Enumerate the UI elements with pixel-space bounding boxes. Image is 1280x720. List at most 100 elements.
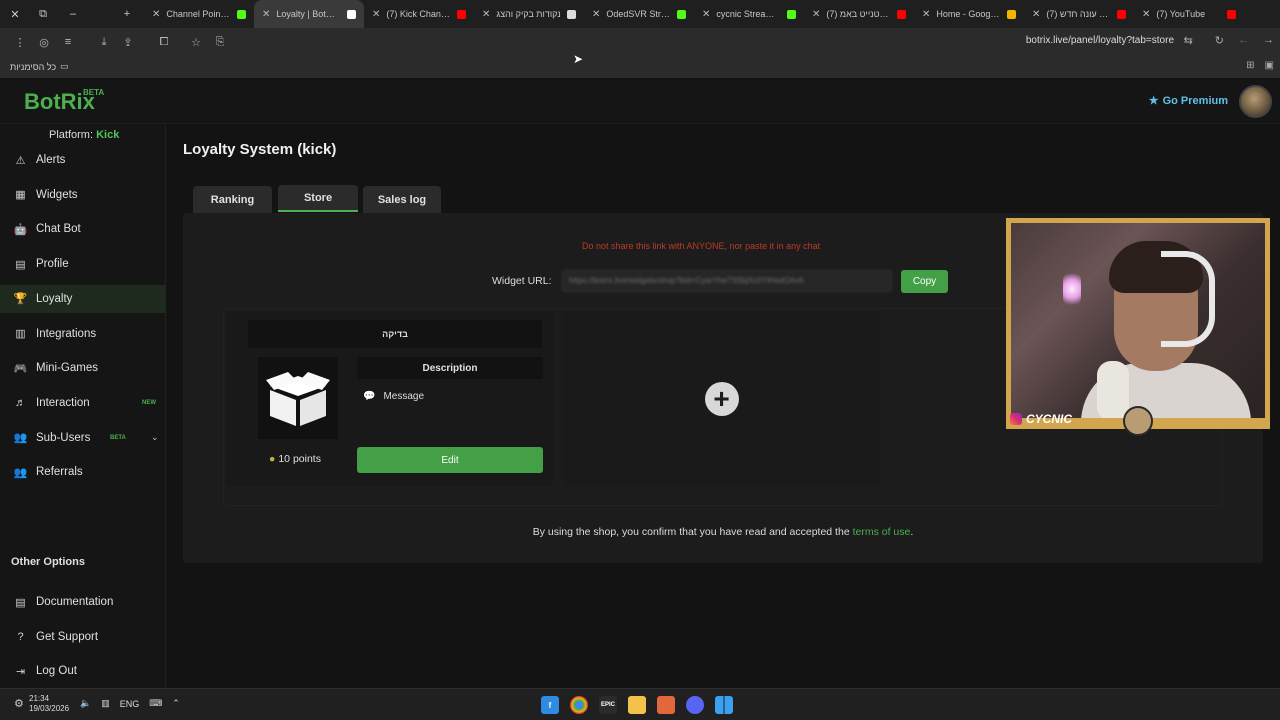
close-tab-icon[interactable]: ✕	[1032, 9, 1040, 20]
file-explorer-icon[interactable]	[628, 696, 646, 714]
back-icon[interactable]: →	[1263, 34, 1274, 47]
forward-icon[interactable]: ←	[1238, 34, 1249, 47]
sidebar-item-log-out[interactable]: ⇥ Log Out	[0, 657, 166, 685]
extensions-icon[interactable]: ◎	[32, 36, 56, 49]
close-tab-icon[interactable]: ✕	[482, 9, 490, 20]
close-tab-icon[interactable]: ✕	[262, 9, 270, 20]
message-label: Message	[383, 391, 425, 402]
sidebar-item-label: Referrals	[36, 466, 83, 479]
download-icon[interactable]: ⤓	[92, 36, 116, 49]
reading-list-icon[interactable]: ≡	[56, 36, 80, 48]
browser-tab[interactable]: ✕ (7) לייב עונה חדש	[1024, 0, 1134, 28]
edit-button[interactable]: Edit	[357, 447, 543, 473]
office-icon[interactable]	[657, 696, 675, 714]
address-bar[interactable]: botrix.live/panel/loyalty?tab=store	[1026, 35, 1174, 46]
trophy-icon: 🏆	[13, 293, 28, 306]
volume-icon[interactable]: 🔈	[80, 698, 91, 709]
folder-icon: ▭	[60, 61, 69, 71]
minimize-icon[interactable]: –	[66, 8, 80, 20]
add-item-card[interactable]: +	[563, 311, 880, 486]
sidebar-item-loyalty[interactable]: 🏆 Loyalty	[0, 284, 166, 313]
browser-tab[interactable]: ✕ (7) YouTube	[1134, 0, 1244, 28]
new-tab-icon[interactable]: +	[120, 8, 134, 20]
description-heading: Description	[357, 357, 543, 379]
side-panel-icon[interactable]: ▣	[1265, 60, 1274, 71]
discord-icon[interactable]	[686, 696, 704, 714]
store-item-card: בדיקה Description 💬 Message ● 10 points …	[226, 311, 553, 486]
sidebar-item-chat-bot[interactable]: 🤖 Chat Bot	[0, 215, 166, 243]
install-icon[interactable]: ⇪	[116, 36, 140, 49]
close-tab-icon[interactable]: ✕	[152, 9, 160, 20]
epic-games-icon[interactable]: EPIC	[599, 696, 617, 714]
terms-notice: By using the shop, you confirm that you …	[183, 526, 1263, 538]
sidebar-item-sub-users[interactable]: 👥 Sub-Users BETA ⌄	[0, 424, 166, 452]
avatar[interactable]	[1239, 85, 1272, 118]
pug-logo	[1123, 406, 1153, 436]
item-points: ● 10 points	[269, 453, 321, 465]
go-premium-button[interactable]: ★ Go Premium	[1149, 94, 1228, 108]
sidebar-item-referrals[interactable]: 👥 Referrals	[0, 458, 166, 486]
beta-badge: BETA	[83, 88, 105, 97]
widget-url-field[interactable]: https://botrix.live/widgets/shop?bid=Cya…	[562, 270, 892, 292]
sidebar-item-profile[interactable]: ▤ Profile	[0, 250, 166, 278]
close-tab-icon[interactable]: ✕	[1142, 9, 1150, 20]
sidebar-item-documentation[interactable]: ▤ Documentation	[0, 588, 166, 616]
grid-icon[interactable]: ⊞	[1246, 60, 1254, 71]
close-tab-icon[interactable]: ✕	[372, 9, 380, 20]
tab-favicon-icon	[347, 9, 356, 19]
sidebar-item-integrations[interactable]: ▥ Integrations	[0, 320, 166, 348]
close-tab-icon[interactable]: ✕	[922, 9, 930, 20]
all-bookmarks[interactable]: כל הסימניות ▭	[10, 61, 69, 72]
tray-expand-icon[interactable]: ⌃	[172, 698, 180, 709]
translate-icon[interactable]: ⎘	[208, 36, 232, 49]
sidebar-item-alerts[interactable]: ⚠ Alerts	[0, 146, 166, 174]
tab-title: OdedSVR Stream	[606, 9, 671, 19]
browser-tab[interactable]: ✕ cycnic Stream - W	[694, 0, 804, 28]
mouse-cursor-icon: ➤	[573, 52, 584, 66]
network-icon[interactable]: ▥	[101, 698, 110, 709]
widgets-icon: ▦	[15, 189, 26, 202]
tab-search-icon[interactable]: ⧉	[36, 8, 50, 21]
browser-tab[interactable]: ✕ Channel Points -	[144, 0, 254, 28]
sidebar-item-interaction[interactable]: ♬ Interaction NEW	[0, 389, 166, 417]
close-tab-icon[interactable]: ✕	[592, 9, 600, 20]
settings-gear-icon[interactable]: ⚙	[14, 697, 24, 710]
chevron-down-icon[interactable]: ⌄	[151, 432, 159, 443]
bookmark-star-icon[interactable]: ☆	[184, 36, 208, 49]
tab-ranking[interactable]: Ranking	[193, 186, 272, 213]
tab-title: Home - Google D	[936, 9, 1001, 19]
browser-tab[interactable]: ✕ Loyalty | BotRix -	[254, 0, 364, 28]
page-title: Loyalty System (kick)	[183, 141, 337, 158]
browser-tab[interactable]: ✕ (7) פורטנייט באמ	[804, 0, 914, 28]
browser-tab[interactable]: ✕ נקודות בקיק והצג	[474, 0, 584, 28]
clock-date: 19/03/2026	[29, 704, 70, 713]
copy-button[interactable]: Copy	[901, 270, 948, 293]
sidebar-item-get-support[interactable]: ? Get Support	[0, 623, 166, 651]
chrome-icon[interactable]	[570, 696, 588, 714]
item-image	[258, 357, 338, 439]
menu-icon[interactable]: ⋮	[8, 36, 32, 49]
close-window-icon[interactable]: ✕	[8, 8, 22, 21]
terms-link[interactable]: terms of use	[853, 526, 911, 538]
reload-icon[interactable]: ↻	[1215, 34, 1224, 47]
browser-tab[interactable]: ✕ OdedSVR Stream	[584, 0, 694, 28]
close-tab-icon[interactable]: ✕	[702, 9, 710, 20]
share-icon[interactable]: ⧠	[152, 36, 176, 49]
clock[interactable]: 21:34 19/03/2026	[29, 694, 69, 714]
tab-store[interactable]: Store	[278, 185, 358, 212]
site-settings-icon[interactable]: ⇆	[1184, 34, 1193, 47]
browser-tab[interactable]: ✕ Home - Google D	[914, 0, 1024, 28]
app-icon-f[interactable]: f	[541, 696, 559, 714]
browser-tab[interactable]: ✕ (7) Kick Channel p	[364, 0, 474, 28]
sidebar-item-widgets[interactable]: ▦ Widgets	[0, 181, 166, 209]
keyboard-icon[interactable]: ⌨	[149, 698, 162, 709]
close-tab-icon[interactable]: ✕	[812, 9, 820, 20]
plus-icon[interactable]: +	[704, 381, 739, 416]
windows-icon[interactable]	[715, 696, 733, 714]
headset	[1161, 251, 1215, 347]
language-indicator[interactable]: ENG	[120, 699, 140, 709]
sidebar-item-mini-games[interactable]: 🎮 Mini-Games	[0, 354, 166, 382]
webcam-overlay: CYCNIC	[1006, 218, 1270, 436]
tab-sales-log[interactable]: Sales log	[363, 186, 441, 213]
tab-title: Channel Points -	[166, 9, 231, 19]
